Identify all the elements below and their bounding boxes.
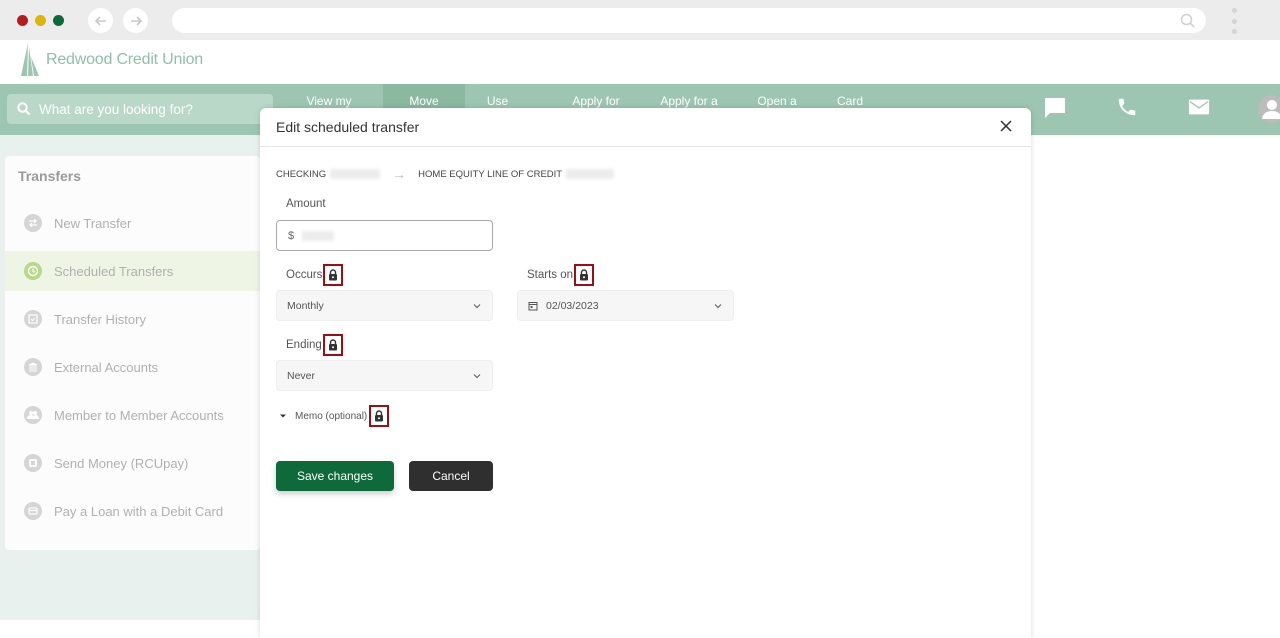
sidebar-item-label: New Transfer: [54, 215, 132, 231]
lock-icon: [328, 339, 337, 351]
send-money-icon: [24, 454, 42, 472]
chat-icon[interactable]: [1043, 96, 1067, 120]
amount-label: Amount: [286, 198, 326, 210]
to-account: HOME EQUITY LINE OF CREDIT: [418, 168, 563, 180]
browser-menu-icon[interactable]: [1230, 8, 1238, 34]
sidebar-item-external-accounts[interactable]: External Accounts: [5, 347, 260, 387]
caret-down-icon: [280, 414, 286, 418]
ending-label: Ending: [286, 339, 322, 351]
ending-label-row: Ending: [286, 334, 343, 356]
ending-lock-highlight: [322, 334, 343, 356]
chevron-down-icon: [473, 374, 481, 379]
transfers-sidebar: Transfers New Transfer Scheduled Transfe…: [5, 156, 260, 550]
card-icon: [24, 502, 42, 520]
sidebar-item-label: Scheduled Transfers: [54, 263, 174, 279]
save-changes-button[interactable]: Save changes: [276, 461, 394, 491]
close-icon[interactable]: [999, 119, 1013, 133]
sidebar-item-member-to-member[interactable]: Member to Member Accounts: [5, 395, 260, 435]
amount-value-redacted: [302, 230, 335, 241]
logo[interactable]: Redwood Credit Union: [20, 43, 203, 76]
chevron-down-icon: [473, 304, 481, 309]
sidebar-item-send-money[interactable]: Send Money (RCUpay): [5, 443, 260, 483]
memo-label: Memo (optional): [295, 410, 368, 422]
starts-on-label: Starts on: [527, 269, 574, 281]
amount-input[interactable]: $: [276, 220, 493, 251]
maximize-window-dot[interactable]: [53, 15, 64, 26]
chevron-down-icon: [714, 304, 722, 309]
sidebar-item-label: Member to Member Accounts: [54, 407, 224, 423]
search-input[interactable]: [39, 101, 259, 117]
memo-lock-highlight: [369, 405, 390, 427]
address-bar[interactable]: [172, 8, 1206, 33]
from-account-number-redacted: [330, 169, 381, 179]
occurs-select[interactable]: Monthly: [276, 290, 493, 321]
bank-icon: [24, 358, 42, 376]
forward-button[interactable]: [123, 8, 148, 33]
profile-icon: [1262, 100, 1280, 119]
arrow-right-icon: →: [392, 166, 407, 182]
lock-icon: [375, 410, 384, 422]
starts-on-label-row: Starts on: [527, 264, 595, 286]
sidebar-item-scheduled-transfers[interactable]: Scheduled Transfers: [5, 251, 260, 291]
modal-header: Edit scheduled transfer: [260, 108, 1031, 147]
occurs-lock-highlight: [323, 264, 344, 286]
tree-logo-icon: [21, 43, 39, 76]
search-icon: [17, 102, 31, 116]
transfer-route: CHECKING → HOME EQUITY LINE OF CREDIT: [276, 166, 615, 182]
sidebar-item-label: Send Money (RCUpay): [54, 455, 189, 471]
sidebar-item-new-transfer[interactable]: New Transfer: [5, 203, 260, 243]
brand-name: Redwood Credit Union: [46, 50, 203, 68]
arrow-left-icon: [94, 15, 106, 26]
from-account: CHECKING: [276, 168, 327, 180]
cancel-button[interactable]: Cancel: [409, 461, 493, 491]
occurs-label-row: Occurs: [286, 264, 344, 286]
phone-icon[interactable]: [1116, 96, 1138, 118]
sidebar-item-transfer-history[interactable]: Transfer History: [5, 299, 260, 339]
profile-avatar[interactable]: [1258, 95, 1280, 123]
transfer-icon: [24, 214, 42, 232]
to-account-number-redacted: [566, 169, 615, 179]
memo-toggle[interactable]: Memo (optional): [279, 405, 390, 427]
close-window-dot[interactable]: [17, 15, 28, 26]
starts-on-lock-highlight: [574, 264, 595, 286]
lock-icon: [329, 269, 338, 281]
mail-icon[interactable]: [1188, 96, 1210, 118]
sidebar-item-label: Pay a Loan with a Debit Card: [54, 503, 224, 519]
calendar-icon: [528, 301, 538, 310]
lock-icon: [580, 269, 589, 281]
ending-select[interactable]: Never: [276, 360, 493, 391]
sidebar-title: Transfers: [18, 168, 82, 184]
minimize-window-dot[interactable]: [35, 15, 46, 26]
sidebar-item-pay-loan-debit[interactable]: Pay a Loan with a Debit Card: [5, 491, 260, 531]
sidebar-item-label: External Accounts: [54, 359, 159, 375]
site-header: Redwood Credit Union: [0, 40, 1280, 84]
edit-transfer-modal: Edit scheduled transfer CHECKING → HOME …: [260, 108, 1031, 638]
ending-value: Never: [287, 369, 316, 382]
history-icon: [24, 310, 42, 328]
starts-on-value: 02/03/2023: [546, 299, 599, 312]
members-icon: [24, 406, 42, 424]
search-icon: [1180, 13, 1195, 28]
site-search[interactable]: [7, 94, 273, 124]
occurs-value: Monthly: [287, 299, 324, 312]
browser-toolbar: [0, 0, 1280, 40]
clock-icon: [24, 262, 42, 280]
modal-title: Edit scheduled transfer: [276, 119, 420, 135]
currency-symbol: $: [288, 229, 295, 242]
starts-on-date-picker[interactable]: 02/03/2023: [517, 290, 734, 321]
sidebar-item-label: Transfer History: [54, 311, 146, 327]
arrow-right-icon: [130, 15, 142, 26]
occurs-label: Occurs: [286, 269, 323, 281]
back-button[interactable]: [88, 8, 113, 33]
